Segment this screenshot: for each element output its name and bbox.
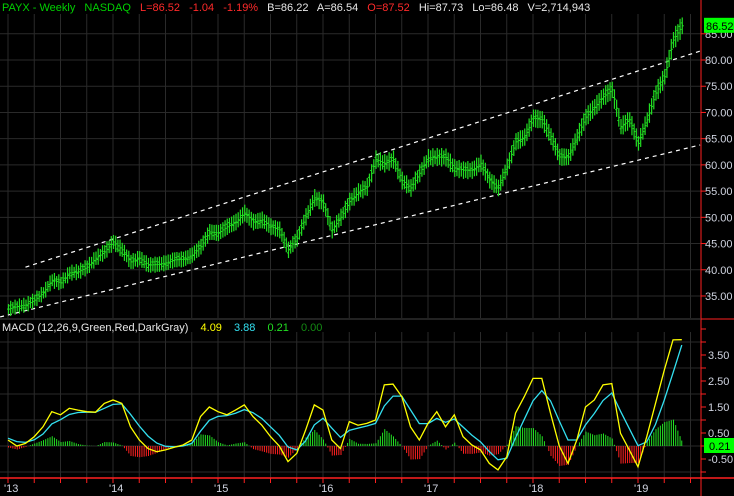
histogram-value: 0.21 [267,322,289,334]
ask-price: A=86.54 [316,2,359,14]
price-tick-label: 60.00 [705,160,733,172]
trendline-upper [25,50,701,268]
price-change-pct: -1.19% [223,2,259,14]
extra-value: 0.00 [300,322,323,334]
year-label: '19 [634,483,648,495]
macd-line [7,339,682,471]
price-tick-label: 65.00 [705,134,733,146]
year-label: '14 [109,483,123,495]
volume: V=2,714,943 [527,2,591,14]
macd-tick-label: 1.50 [708,402,729,414]
last-price: L=86.52 [139,2,181,14]
last-price-badge-text: 86.52 [706,21,734,33]
stock-chart[interactable]: 35.00 40.00 45.00 50.00 55.00 60.00 65.00 70.00… [0,0,734,496]
year-label: '18 [529,483,543,495]
bid-price: B=86.22 [267,2,309,14]
high-price: Hi=87.73 [418,2,464,14]
exchange-label: NASDAQ [84,2,131,14]
price-tick-label: 75.00 [705,81,733,93]
macd-settings-label: MACD (12,26,9,Green,Red,DarkGray) [2,322,189,334]
year-label: '17 [424,483,438,495]
price-tick-label: 45.00 [705,239,733,251]
macd-header: MACD (12,26,9,Green,Red,DarkGray) 4.09 3… [2,322,331,334]
macd-tick-label: 3.50 [708,350,729,362]
trendline-lower [0,144,701,318]
price-tick-label: 50.00 [705,212,733,224]
price-tick-label: 55.00 [705,186,733,198]
low-price: Lo=86.48 [472,2,519,14]
signal-value: 3.88 [234,322,256,334]
chart-header: PAYX - Weekly NASDAQ L=86.52 -1.04 -1.19… [2,2,596,14]
macd-tick-label: -0.50 [708,454,733,466]
year-label: '13 [4,483,18,495]
macd-tick-label: 2.50 [708,376,729,388]
symbol-label: PAYX - Weekly [2,2,76,14]
price-change: -1.04 [189,2,215,14]
price-tick-label: 70.00 [705,107,733,119]
macd-value: 4.09 [200,322,222,334]
price-tick-label: 40.00 [705,265,733,277]
price-tick-label: 80.00 [705,55,733,67]
year-label: '16 [319,483,333,495]
histogram-badge-text: 0.21 [709,441,730,453]
open-price: O=87.52 [367,2,410,14]
year-label: '15 [214,483,228,495]
price-tick-label: 35.00 [705,291,733,303]
